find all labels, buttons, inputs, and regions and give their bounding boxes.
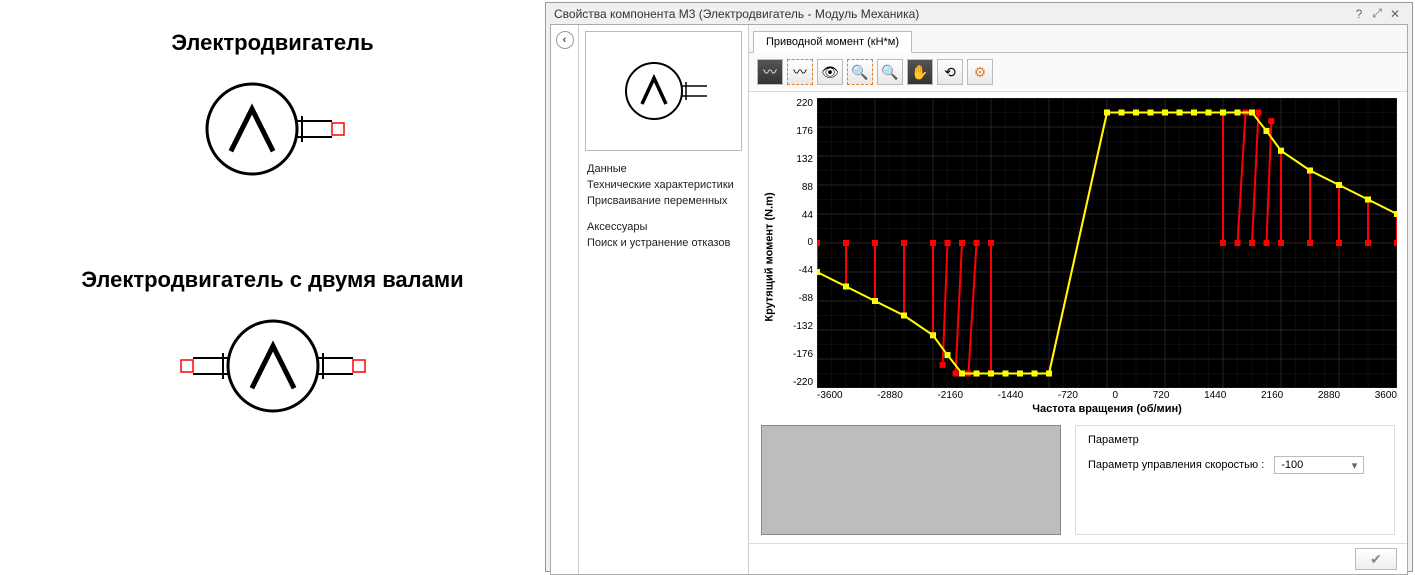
tool-zoom-in[interactable]: 🔍 — [847, 59, 873, 85]
symbol-title-double: Электродвигатель с двумя валами — [81, 267, 463, 293]
check-icon: ✔ — [1370, 551, 1382, 568]
eye-icon: 👁 — [821, 64, 839, 81]
ytick: 0 — [781, 237, 813, 248]
nav-item-accessories[interactable]: Аксессуары — [587, 219, 740, 235]
chart-area: Крутящий момент (N.m) 220 176 132 88 44 0 -44 -… — [749, 92, 1407, 417]
ytick: -176 — [781, 349, 813, 360]
tool-visibility[interactable]: 👁 — [817, 59, 843, 85]
parameter-group-title: Параметр — [1088, 434, 1382, 446]
symbol-title-single: Электродвигатель — [171, 30, 373, 56]
ytick: -44 — [781, 265, 813, 276]
chart-yticks: 220 176 132 88 44 0 -44 -88 -132 -176 -220 — [781, 98, 817, 388]
dialog-footer: ✔ — [749, 543, 1407, 574]
symbol-block-double: Электродвигатель с двумя валами — [81, 267, 463, 424]
pin-button[interactable]: ⤢ — [1368, 6, 1386, 21]
xtick: 720 — [1153, 390, 1170, 401]
motor-single-shaft-icon — [182, 74, 362, 187]
ytick: -132 — [781, 321, 813, 332]
tab-row: Приводной момент (кН*м) — [749, 25, 1407, 53]
dialog-title: Свойства компонента M3 (Электродвигатель… — [554, 7, 919, 21]
chart-xticks: -3600 -2880 -2160 -1440 -720 0 720 1440 2160 2880… — [817, 390, 1397, 401]
main-column: Приводной момент (кН*м) 〰 〰 👁 🔍 🔍 ✋ ⟲ ⚙ … — [749, 25, 1407, 574]
collapse-column: ‹ — [551, 25, 579, 574]
chart-plot[interactable] — [817, 98, 1397, 388]
symbol-block-single: Электродвигатель — [171, 30, 373, 187]
chevron-left-icon: ‹ — [563, 34, 567, 46]
tool-settings[interactable]: ⚙ — [967, 59, 993, 85]
motor-double-shaft-icon — [158, 311, 388, 424]
ytick: 88 — [781, 182, 813, 193]
properties-dialog: Свойства компонента M3 (Электродвигатель… — [545, 2, 1413, 572]
titlebar: Свойства компонента M3 (Электродвигатель… — [546, 3, 1412, 24]
tool-style-2[interactable]: 〰 — [787, 59, 813, 85]
documentation-pane: Электродвигатель Электродвигатель с двум… — [0, 0, 545, 574]
nav-item-specs[interactable]: Технические характеристики — [587, 177, 740, 193]
chart-ylabel: Крутящий момент (N.m) — [764, 192, 776, 321]
curve-light-icon: 〰 — [793, 62, 807, 82]
xtick: 2160 — [1261, 390, 1283, 401]
ytick: 44 — [781, 210, 813, 221]
xtick: 1440 — [1204, 390, 1226, 401]
gear-icon: ⚙ — [974, 64, 987, 81]
dialog-body: ‹ Данные Технические характеристики Прис… — [550, 24, 1408, 575]
collapse-toggle[interactable]: ‹ — [556, 31, 574, 49]
refresh-icon: ⟲ — [944, 64, 956, 81]
tool-style-1[interactable]: 〰 — [757, 59, 783, 85]
magnifier-plus-icon: 🔍 — [851, 64, 868, 81]
close-button[interactable]: ✕ — [1386, 7, 1404, 21]
ytick: 132 — [781, 154, 813, 165]
parameter-label: Параметр управления скоростью : — [1088, 459, 1264, 471]
xtick: 0 — [1113, 390, 1119, 401]
chart-toolbar: 〰 〰 👁 🔍 🔍 ✋ ⟲ ⚙ — [749, 53, 1407, 92]
xtick: -720 — [1058, 390, 1078, 401]
nav-item-troubleshoot[interactable]: Поиск и устранение отказов — [587, 235, 740, 251]
ytick: -220 — [781, 377, 813, 388]
chart-xlabel: Частота вращения (об/мин) — [817, 403, 1397, 415]
tool-reset[interactable]: ⟲ — [937, 59, 963, 85]
curve-dark-icon: 〰 — [763, 62, 777, 82]
hand-dark-icon: ✋ — [911, 64, 928, 81]
ytick: 176 — [781, 126, 813, 137]
speed-control-select[interactable]: -100 — [1274, 456, 1364, 474]
help-button[interactable]: ? — [1350, 7, 1368, 21]
xtick: -2880 — [877, 390, 903, 401]
component-thumbnail — [585, 31, 742, 151]
nav-item-vars[interactable]: Присваивание переменных — [587, 193, 740, 209]
bottom-row: Параметр Параметр управления скоростью :… — [749, 417, 1407, 543]
parameter-group: Параметр Параметр управления скоростью :… — [1075, 425, 1395, 535]
speed-control-value: -100 — [1281, 459, 1303, 471]
nav-item-data[interactable]: Данные — [587, 161, 740, 177]
xtick: 2880 — [1318, 390, 1340, 401]
xtick: 3600 — [1375, 390, 1397, 401]
tool-zoom-out[interactable]: 🔍 — [877, 59, 903, 85]
xtick: -2160 — [937, 390, 963, 401]
tool-drag[interactable]: ✋ — [907, 59, 933, 85]
tab-torque[interactable]: Приводной момент (кН*м) — [753, 31, 912, 53]
nav-list: Данные Технические характеристики Присва… — [579, 157, 748, 255]
nav-column: Данные Технические характеристики Присва… — [579, 25, 749, 574]
magnifier-minus-icon: 🔍 — [881, 64, 898, 81]
ytick: -88 — [781, 293, 813, 304]
confirm-button[interactable]: ✔ — [1355, 548, 1397, 570]
xtick: -3600 — [817, 390, 843, 401]
xtick: -1440 — [998, 390, 1024, 401]
preview-box — [761, 425, 1061, 535]
ytick: 220 — [781, 98, 813, 109]
